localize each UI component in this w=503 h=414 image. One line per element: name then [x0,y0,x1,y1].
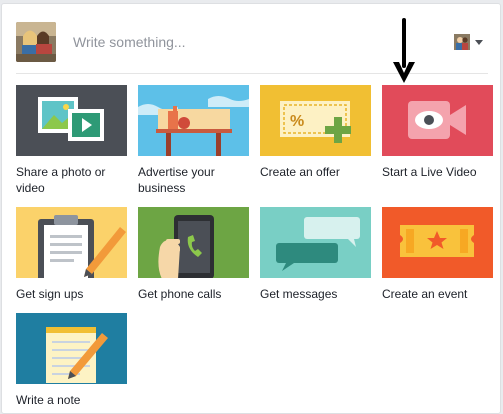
create-post-card: Write something... Share a photo or vide… [1,3,501,414]
post-as-avatar[interactable] [454,34,470,50]
svg-text:%: % [290,113,304,130]
composer-divider [16,73,488,74]
event-ticket-icon [382,207,493,278]
tile-label: Create an event [382,287,468,301]
tile-get-sign-ups[interactable]: Get sign ups [16,207,127,302]
tile-create-offer[interactable]: % Create an offer [260,85,371,180]
tile-label: Write a note [16,393,81,407]
tile-label: Get phone calls [138,287,222,301]
write-something-input[interactable]: Write something... [73,34,186,50]
note-pencil-icon [16,313,127,384]
down-arrow-annotation-icon [393,18,415,83]
phone-call-icon [138,207,249,278]
post-composer: Write something... [2,4,500,76]
chat-bubbles-icon [260,207,371,278]
profile-avatar[interactable] [16,22,56,62]
tile-get-phone-calls[interactable]: Get phone calls [138,207,249,302]
clipboard-icon [16,207,127,278]
storefront-icon [138,85,249,156]
photo-video-icon [16,85,127,156]
tile-start-live-video[interactable]: Start a Live Video [382,85,493,180]
tile-get-messages[interactable]: Get messages [260,207,371,302]
tile-label: Get messages [260,287,338,301]
tile-share-photo-video[interactable]: Share a photo or video [16,85,127,196]
tile-label: Create an offer [260,165,340,179]
tile-label: Start a Live Video [382,165,477,179]
offer-ticket-icon: % [260,85,371,156]
tile-advertise-business[interactable]: Advertise your business [138,85,249,196]
tile-label: Share a photo or video [16,165,106,195]
tile-label: Get sign ups [16,287,84,301]
post-as-chevron-down-icon[interactable] [475,40,483,45]
tile-create-event[interactable]: Create an event [382,207,493,302]
live-video-camera-icon [382,85,493,156]
tile-label: Advertise your business [138,165,215,195]
tile-write-note[interactable]: Write a note [16,313,127,408]
